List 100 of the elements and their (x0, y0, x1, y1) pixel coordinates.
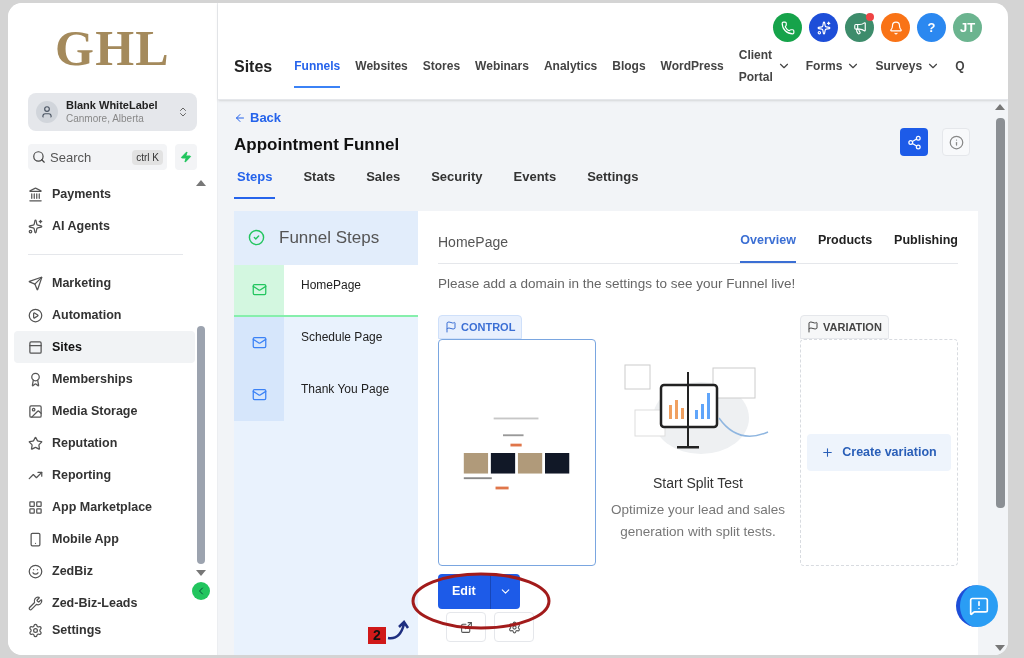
share-button[interactable] (900, 128, 928, 156)
funnel-tab[interactable]: Sales (363, 163, 404, 199)
nav-tab[interactable]: Funnels (294, 46, 341, 88)
search-input[interactable]: Search (50, 147, 129, 167)
funnel-step[interactable]: HomePage (234, 264, 418, 317)
flag-icon (445, 320, 457, 333)
split-test-title: Start Split Test (653, 473, 743, 493)
funnel-step[interactable]: Thank You Page (234, 368, 418, 421)
back-link[interactable]: Back (234, 108, 400, 128)
account-switcher[interactable]: Blank WhiteLabel Canmore, Alberta (28, 93, 197, 132)
sidebar-item[interactable]: ZedBiz (14, 555, 195, 588)
funnel-tab[interactable]: Steps (234, 163, 276, 199)
funnel-tab[interactable]: Stats (300, 163, 339, 199)
bank-icon (28, 186, 43, 202)
info-icon (948, 134, 964, 150)
arrow-left-icon (234, 111, 246, 124)
page-tab[interactable]: Products (817, 230, 873, 264)
sidebar-item[interactable]: Mobile App (14, 523, 195, 556)
nav-tab[interactable]: Forms (805, 46, 861, 88)
share-icon (906, 134, 922, 150)
funnel-tab[interactable]: Security (428, 163, 486, 199)
mail-icon (251, 387, 267, 402)
feedback-icon (969, 596, 989, 616)
sidebar-item[interactable]: Media Storage (14, 395, 195, 428)
scroll-down-icon[interactable] (995, 645, 1005, 651)
sidebar-item[interactable]: Automation (14, 299, 195, 332)
sparkle-button[interactable] (809, 13, 838, 42)
settings-icon (28, 622, 43, 638)
plus-icon (821, 446, 835, 459)
phone-button[interactable] (773, 13, 802, 42)
funnel-tab[interactable]: Settings (584, 163, 642, 199)
sidebar-item[interactable]: Sites (14, 331, 195, 364)
open-page-button[interactable] (446, 612, 486, 642)
gear-icon (507, 620, 521, 634)
bell-icon (888, 20, 903, 35)
nav-tab[interactable]: Webinars (475, 46, 529, 88)
scroll-up-icon[interactable] (196, 180, 206, 187)
chevrons-icon (177, 106, 189, 119)
page-title: HomePage (438, 233, 509, 253)
sidebar-item[interactable]: Marketing (14, 267, 195, 300)
nav-tab[interactable]: Client Portal (738, 46, 791, 88)
steps-title: Funnel Steps (279, 226, 380, 249)
scrollbar-thumb[interactable] (197, 326, 205, 565)
funnel-step[interactable]: Schedule Page (234, 316, 418, 369)
scroll-down-icon[interactable] (196, 570, 206, 577)
nav-tab[interactable]: Analytics (543, 46, 598, 88)
account-name: Blank WhiteLabel (66, 99, 159, 113)
page-tab[interactable]: Publishing (894, 230, 958, 264)
nav-tab[interactable]: WordPress (660, 46, 724, 88)
page-settings-button[interactable] (494, 612, 534, 642)
split-test-text: Optimize your lead and sales generation with split tests. (609, 500, 787, 541)
phone-icon (28, 531, 43, 547)
smile-icon (28, 563, 43, 579)
control-preview-card[interactable] (438, 339, 596, 566)
sidebar-item[interactable]: Zed-Biz-Leads (14, 587, 195, 620)
page-tab[interactable]: Overview (740, 230, 796, 264)
sidebar-item[interactable]: Settings (28, 619, 195, 642)
play-circle-icon (28, 307, 43, 323)
nav-tab[interactable]: Stores (422, 46, 461, 88)
megaphone-icon (852, 20, 867, 35)
award-icon (28, 371, 43, 387)
check-circle-icon (248, 229, 265, 246)
lightning-icon (180, 151, 192, 164)
create-variation-button[interactable]: Create variation (807, 434, 951, 471)
grid-icon (28, 499, 43, 515)
nav-tab[interactable]: Q (955, 46, 965, 88)
nav-tab[interactable]: Websites (355, 46, 408, 88)
flag-icon (807, 320, 819, 333)
star-icon (28, 435, 43, 451)
help-button[interactable]: ? (917, 13, 946, 42)
bell-button[interactable] (881, 13, 910, 42)
search-icon (32, 150, 46, 165)
mail-icon (251, 282, 267, 297)
search-field[interactable]: Search ctrl K (28, 144, 167, 171)
collapse-button[interactable] (192, 582, 210, 601)
feedback-button[interactable] (956, 585, 998, 627)
sidebar-item[interactable]: AI Agents (14, 210, 195, 243)
sidebar-item[interactable]: Reputation (14, 427, 195, 460)
quick-action-button[interactable] (175, 144, 197, 171)
external-link-icon (459, 620, 473, 634)
sidebar-item[interactable]: Memberships (14, 363, 195, 396)
edit-button[interactable]: Edit (438, 574, 520, 609)
image-icon (28, 403, 43, 419)
sparkle-icon (28, 218, 43, 234)
funnel-tab[interactable]: Events (510, 163, 560, 199)
sidebar-item[interactable]: App Marketplace (14, 491, 195, 524)
mail-icon (251, 335, 267, 350)
scrollbar-thumb[interactable] (995, 118, 1005, 508)
scroll-up-icon[interactable] (995, 104, 1005, 110)
sidebar-item[interactable]: Payments (14, 178, 195, 211)
control-tag: CONTROL (438, 314, 523, 339)
nav-tab[interactable]: Surveys (875, 46, 941, 88)
megaphone-button[interactable] (845, 13, 874, 42)
sidebar-item[interactable]: Reporting (14, 459, 195, 492)
domain-notice: Please add a domain in the settings to see your Funnel live! (438, 275, 797, 294)
phone-icon (780, 20, 795, 35)
browser-window-icon (28, 339, 43, 355)
nav-tab[interactable]: Blogs (612, 46, 646, 88)
funnel-title: Appointment Funnel (234, 133, 400, 156)
info-button[interactable] (942, 128, 970, 156)
